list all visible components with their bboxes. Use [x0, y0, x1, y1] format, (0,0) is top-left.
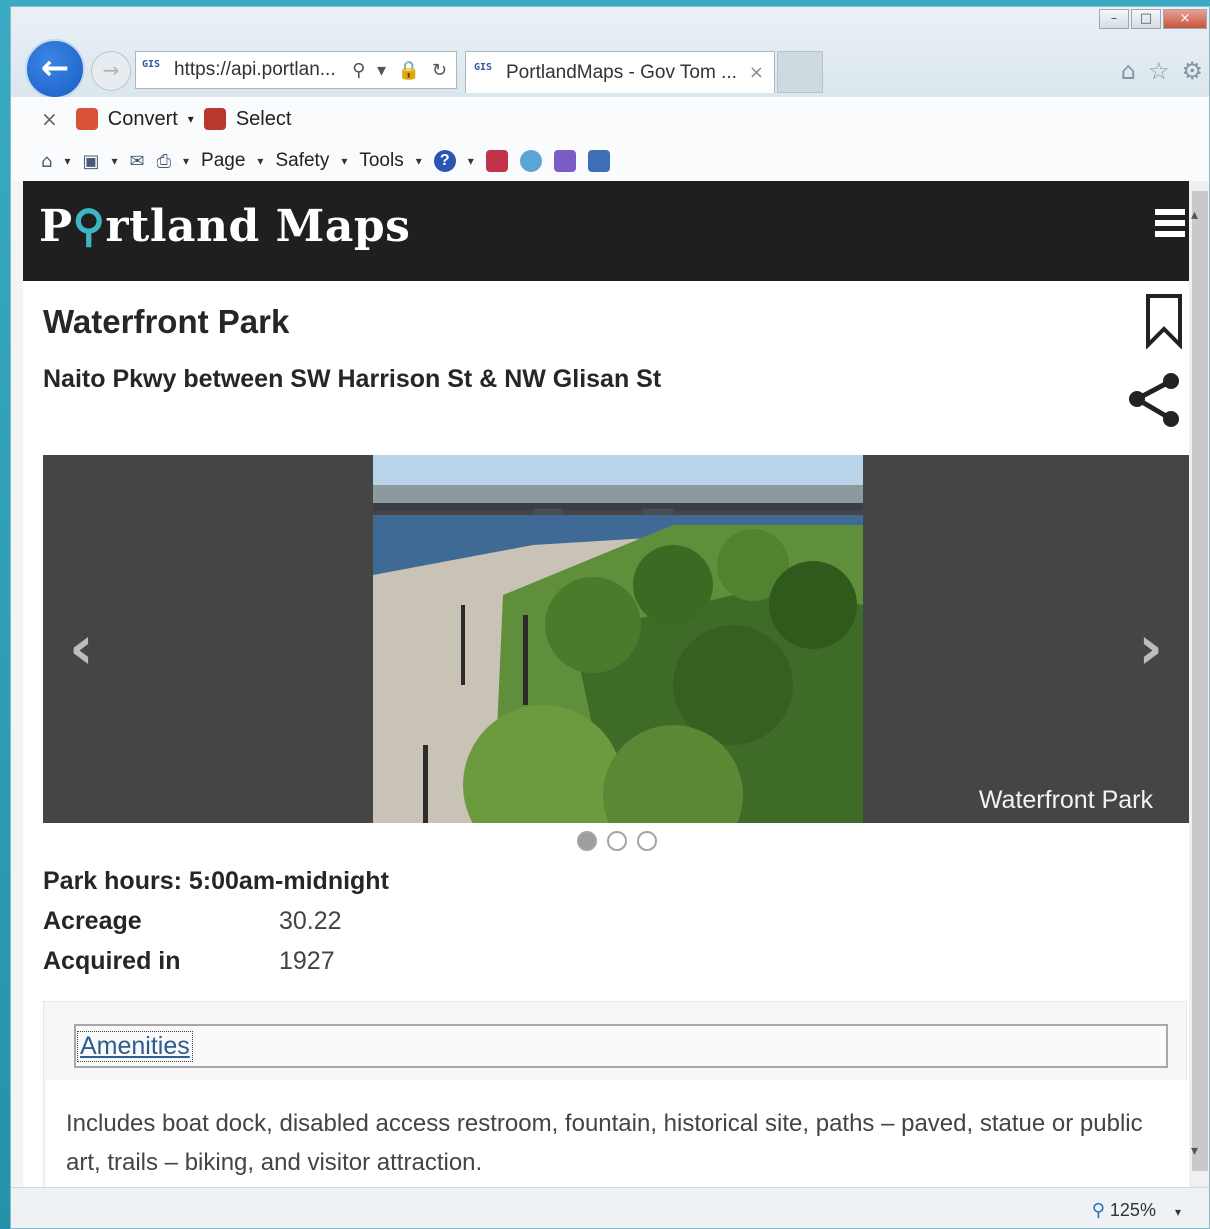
back-button[interactable]: ←	[25, 39, 85, 99]
amenities-link[interactable]: Amenities	[77, 1031, 193, 1062]
close-window-button[interactable]: ×	[1163, 9, 1207, 29]
messenger-icon[interactable]	[519, 150, 542, 172]
carousel-next-button[interactable]: ›	[1138, 613, 1163, 683]
safety-menu[interactable]: Safety	[275, 150, 329, 172]
maximize-button[interactable]: □	[1131, 9, 1161, 29]
site-header: P⚲rtland Maps	[23, 181, 1189, 281]
photo-caption: Waterfront Park	[978, 786, 1153, 814]
safety-caret[interactable]: ▾	[341, 154, 347, 168]
logo-text-end: rtland Maps	[105, 201, 411, 252]
zoom-level: 125%	[1109, 1200, 1156, 1220]
carousel-dot-3[interactable]	[637, 831, 657, 851]
mail-icon[interactable]: ✉	[130, 151, 145, 172]
blog-icon[interactable]	[587, 150, 610, 172]
page-title: Waterfront Park	[43, 303, 290, 340]
home-icon[interactable]: ⌂	[1121, 57, 1136, 85]
convert-pdf-icon	[75, 108, 98, 130]
bookmark-icon[interactable]	[1145, 293, 1183, 349]
home-page-icon[interactable]: ⌂	[41, 151, 52, 172]
zoom-magnifier-icon: ⚲	[1091, 1200, 1105, 1221]
scroll-down-arrow-icon[interactable]: ▾	[1191, 1143, 1198, 1159]
tab-portlandmaps[interactable]: GIS PortlandMaps - Gov Tom ... ×	[465, 51, 775, 93]
acquired-value: 1927	[279, 947, 335, 975]
print-caret[interactable]: ▾	[183, 154, 189, 168]
park-photo	[373, 455, 863, 823]
settings-gear-icon[interactable]: ⚙	[1181, 57, 1203, 85]
help-caret[interactable]: ▾	[468, 154, 474, 168]
carousel-prev-button[interactable]: ‹	[69, 613, 94, 683]
carousel-dot-1[interactable]	[577, 831, 597, 851]
convert-toolbar: × Convert ▾ Select	[11, 97, 1209, 141]
acreage-label: Acreage	[43, 907, 142, 935]
acreage-value: 30.22	[279, 907, 342, 935]
park-details: Park hours: 5:00am-midnight Acreage 30.2…	[43, 867, 389, 987]
window-controls: – □ ×	[1099, 9, 1207, 29]
browser-titlebar: – □ × ← → GIS https://api.portlan... ⚲ ▾…	[11, 7, 1209, 99]
acreage-row: Acreage 30.22	[43, 907, 389, 947]
browser-right-icons: ⌂ ☆ ⚙	[1121, 57, 1203, 85]
command-bar: ⌂ ▾ ▣ ▾ ✉ ⎙ ▾ Page ▾ Safety ▾ Tools ▾ ? …	[11, 141, 1209, 181]
browser-window: – □ × ← → GIS https://api.portlan... ⚲ ▾…	[10, 6, 1210, 1229]
feeds-caret[interactable]: ▾	[111, 154, 117, 168]
park-hours: Park hours: 5:00am-midnight	[43, 867, 389, 895]
convert-dropdown-caret[interactable]: ▾	[188, 112, 194, 126]
tools-caret[interactable]: ▾	[416, 154, 422, 168]
scrollbar-thumb[interactable]	[1192, 191, 1208, 1171]
print-icon[interactable]: ⎙	[157, 151, 171, 172]
park-address: Naito Pkwy between SW Harrison St & NW G…	[43, 365, 662, 393]
carousel-indicators	[577, 831, 657, 851]
amenities-header[interactable]: Amenities	[74, 1024, 1168, 1068]
forward-button[interactable]: →	[91, 51, 131, 91]
vertical-scrollbar[interactable]: ▴ ▾	[1189, 181, 1209, 1187]
status-bar: ⚲ 125% ▾	[11, 1187, 1209, 1228]
zoom-control[interactable]: ⚲ 125% ▾	[1092, 1200, 1181, 1221]
page-viewport: P⚲rtland Maps Waterfront Park Naito Pkwy…	[23, 181, 1189, 1187]
tab-title: PortlandMaps - Gov Tom ...	[506, 61, 737, 83]
logo-text-start: P	[39, 201, 73, 252]
convert-button[interactable]: Convert	[108, 108, 178, 131]
home-caret[interactable]: ▾	[64, 154, 70, 168]
select-pdf-icon	[203, 108, 226, 130]
acquired-label: Acquired in	[43, 947, 181, 975]
translate-icon[interactable]	[553, 150, 576, 172]
close-toolbar-icon[interactable]: ×	[41, 107, 58, 131]
scroll-up-arrow-icon[interactable]: ▴	[1191, 207, 1198, 223]
carousel-dot-2[interactable]	[607, 831, 627, 851]
new-tab-button[interactable]	[777, 51, 823, 93]
favorites-star-icon[interactable]: ☆	[1148, 57, 1170, 85]
amenities-description: Includes boat dock, disabled access rest…	[46, 1080, 1188, 1187]
zoom-dropdown-caret[interactable]: ▾	[1175, 1205, 1181, 1219]
amenities-panel: Amenities Includes boat dock, disabled a…	[43, 1001, 1188, 1187]
research-icon[interactable]	[485, 150, 508, 172]
address-bar[interactable]: GIS https://api.portlan... ⚲ ▾ 🔒 ↻	[135, 51, 457, 89]
portlandmaps-logo[interactable]: P⚲rtland Maps	[39, 201, 410, 252]
address-url[interactable]: https://api.portlan...	[174, 59, 336, 81]
page-menu[interactable]: Page	[201, 150, 245, 172]
share-icon[interactable]	[1125, 371, 1183, 429]
photo-carousel: ‹ › Waterfront Park	[43, 455, 1189, 823]
tab-favicon-icon: GIS	[474, 61, 493, 73]
tab-close-icon[interactable]: ×	[749, 62, 764, 83]
select-button[interactable]: Select	[236, 108, 292, 131]
site-favicon-icon: GIS	[142, 59, 161, 70]
acquired-row: Acquired in 1927	[43, 947, 389, 987]
map-pin-icon: ⚲	[72, 201, 106, 252]
page-caret[interactable]: ▾	[257, 154, 263, 168]
hamburger-menu-icon[interactable]	[1155, 209, 1185, 243]
address-bar-icons[interactable]: ⚲ ▾ 🔒 ↻	[352, 60, 456, 81]
minimize-button[interactable]: –	[1099, 9, 1129, 29]
tools-menu[interactable]: Tools	[359, 150, 403, 172]
feeds-icon[interactable]: ▣	[82, 151, 99, 172]
help-icon[interactable]: ?	[433, 150, 456, 172]
